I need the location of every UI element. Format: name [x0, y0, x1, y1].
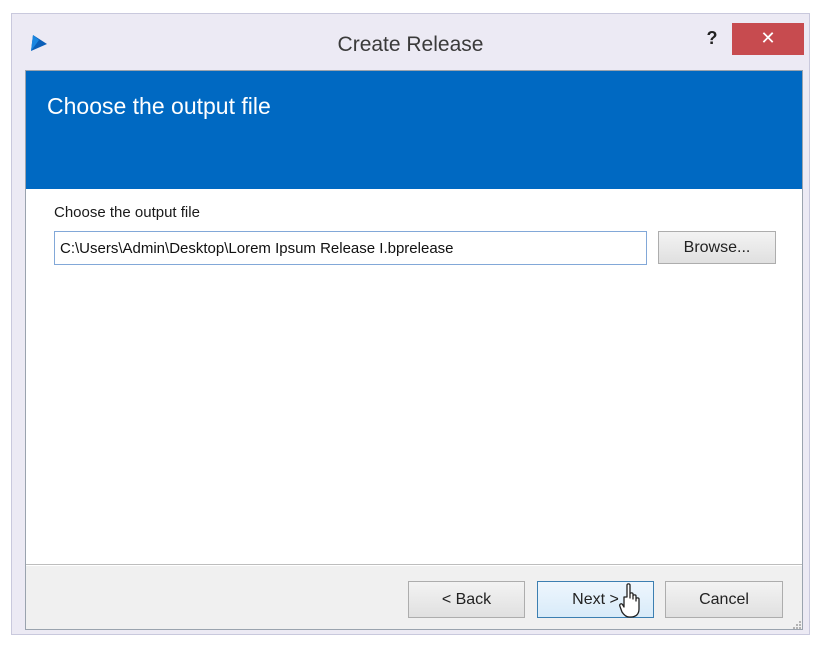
resize-grip-icon[interactable] — [790, 620, 802, 632]
close-icon: ✕ — [760, 28, 776, 49]
browse-button[interactable]: Browse... — [658, 231, 776, 264]
close-button[interactable]: ✕ — [732, 23, 804, 55]
window-title: Create Release — [337, 33, 484, 56]
cancel-button[interactable]: Cancel — [665, 581, 783, 618]
header-banner: Choose the output file — [26, 71, 802, 189]
button-bar: < Back Next > Cancel — [26, 566, 802, 629]
next-button[interactable]: Next > — [537, 581, 654, 618]
output-file-path-input[interactable] — [54, 231, 647, 265]
title-bar[interactable]: Create Release ? ✕ — [12, 14, 809, 70]
help-button[interactable]: ? — [703, 27, 721, 49]
dialog-window: Create Release ? ✕ Choose the output fil… — [11, 13, 810, 635]
page-title: Choose the output file — [47, 93, 271, 119]
dialog-content: Choose the output file Choose the output… — [25, 70, 803, 630]
output-file-label: Choose the output file — [54, 204, 200, 221]
back-button[interactable]: < Back — [408, 581, 525, 618]
